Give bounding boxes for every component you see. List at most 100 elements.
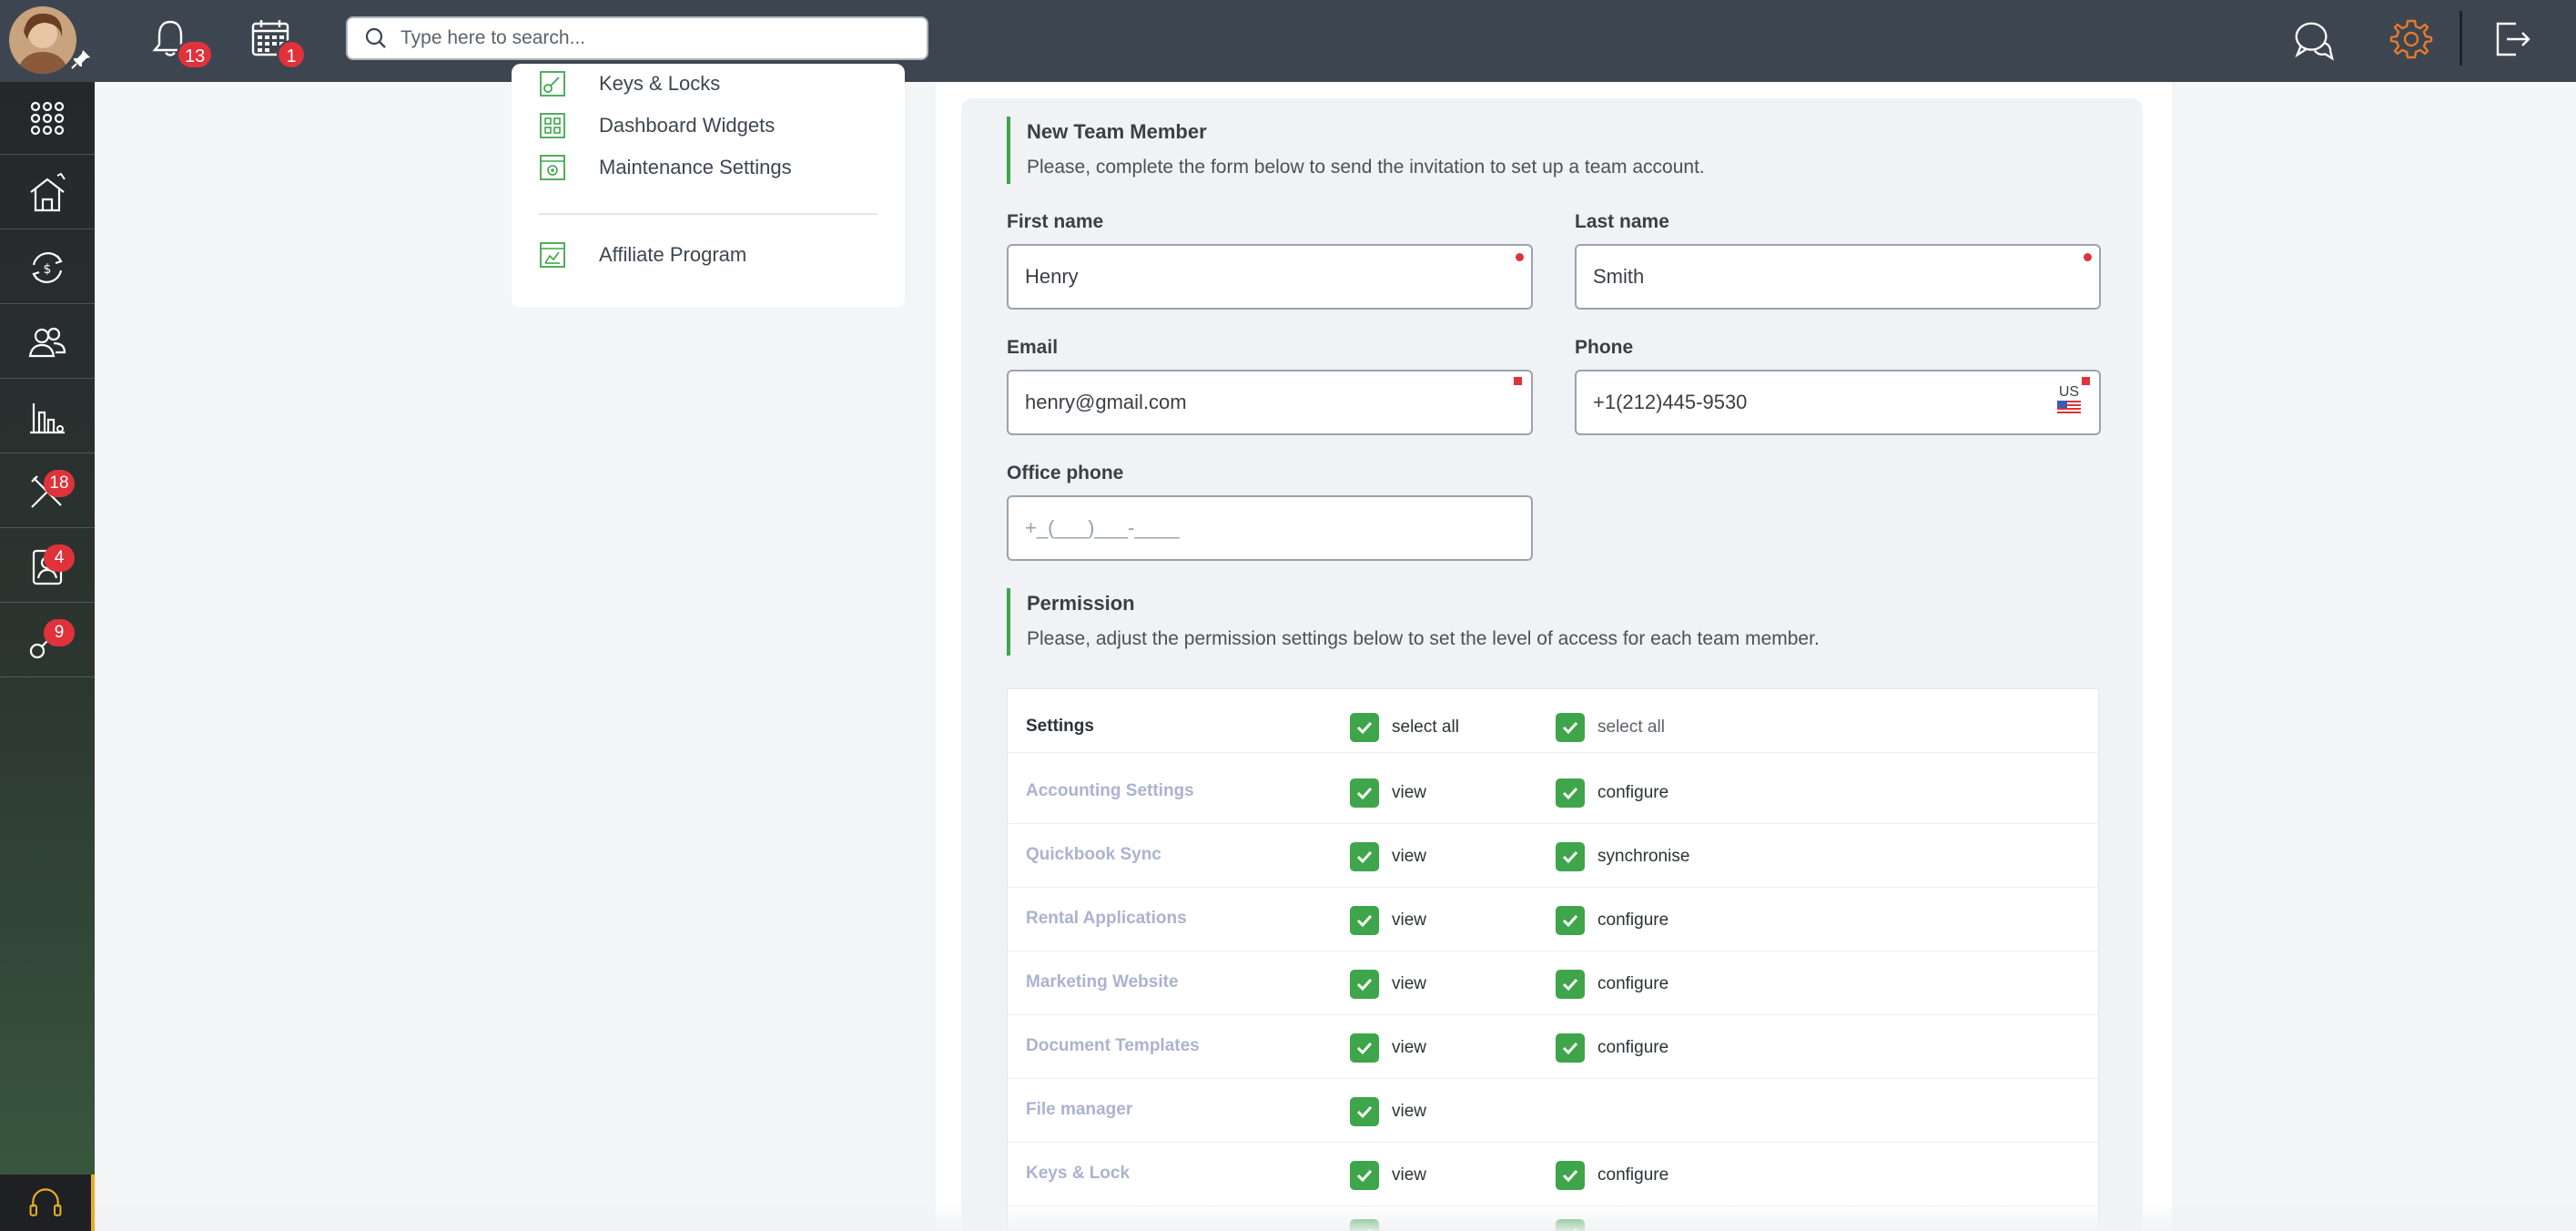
menu-item-dashboard-widgets[interactable]: Dashboard Widgets	[539, 107, 775, 144]
checkbox[interactable]	[1556, 713, 1585, 742]
checkbox[interactable]	[1350, 970, 1379, 999]
configure-checkbox[interactable]: configure	[1556, 778, 1668, 808]
required-indicator	[1516, 253, 1524, 261]
view-checkbox[interactable]: view	[1350, 1161, 1426, 1190]
widgets-icon	[540, 113, 565, 138]
view-checkbox[interactable]: view	[1350, 1097, 1426, 1126]
calendar-badge: 1	[277, 40, 306, 69]
country-selector[interactable]: US	[2055, 384, 2083, 415]
check-icon	[1562, 787, 1578, 800]
menu-item-keys-locks[interactable]: Keys & Locks	[539, 66, 720, 102]
checkbox[interactable]	[1556, 842, 1585, 871]
people-icon	[28, 327, 66, 357]
permission-name: Marketing Website	[1026, 972, 1179, 992]
menu-item-affiliate-program[interactable]: Affiliate Program	[539, 237, 746, 273]
view-checkbox[interactable]: view	[1350, 906, 1426, 935]
checkbox[interactable]	[1556, 1033, 1585, 1063]
key-icon	[540, 71, 565, 97]
user-avatar[interactable]	[9, 6, 76, 74]
check-icon	[1356, 721, 1373, 735]
synchronise-checkbox[interactable]: synchronise	[1556, 842, 1689, 871]
checkbox[interactable]	[1350, 842, 1379, 871]
checkbox-label: select all	[1597, 717, 1665, 737]
apps-grid-icon	[30, 101, 65, 135]
table-row: Rental Applications view configure	[1008, 888, 2098, 951]
search-bar	[346, 16, 928, 60]
search-input[interactable]	[388, 27, 927, 49]
menu-divider	[539, 213, 877, 215]
checkbox[interactable]	[1556, 970, 1585, 999]
check-icon	[1356, 1105, 1373, 1119]
checkbox[interactable]	[1350, 1033, 1379, 1063]
configure-checkbox[interactable]: configure	[1556, 1033, 1668, 1063]
settings-gear-icon[interactable]	[2388, 16, 2434, 62]
chat-icon[interactable]	[2292, 18, 2338, 64]
checkbox-label: view	[1392, 1165, 1427, 1185]
office-phone-label: Office phone	[1007, 463, 1124, 483]
last-name-label: Last name	[1575, 211, 1669, 232]
topbar-divider	[2459, 11, 2462, 66]
table-row: File manager view	[1008, 1079, 2098, 1143]
checkbox[interactable]	[1350, 1161, 1379, 1190]
checkbox[interactable]	[1350, 906, 1379, 935]
required-indicator	[2082, 377, 2090, 385]
support-button[interactable]	[0, 1175, 91, 1231]
menu-item-label: Dashboard Widgets	[599, 114, 776, 137]
contacts-badge: 4	[44, 544, 75, 572]
sidebar-item-people[interactable]	[0, 306, 95, 379]
menu-item-maintenance-settings[interactable]: Maintenance Settings	[539, 149, 792, 186]
top-bar: 13 1	[0, 0, 2576, 82]
permission-header-label: Settings	[1026, 717, 1094, 736]
configure-checkbox[interactable]: configure	[1556, 1161, 1668, 1190]
checkbox[interactable]	[1350, 778, 1379, 808]
select-all-view-checkbox[interactable]: select all	[1350, 713, 1459, 742]
view-checkbox[interactable]: view	[1350, 842, 1426, 871]
checkbox[interactable]	[1556, 906, 1585, 935]
permission-name: Document Templates	[1026, 1036, 1200, 1055]
sidebar-item-maintenance[interactable]: 18	[0, 455, 95, 528]
first-name-input[interactable]	[1009, 246, 1531, 308]
accounting-icon: $	[32, 251, 63, 283]
sidebar-item-properties[interactable]	[0, 157, 95, 229]
email-input[interactable]	[1009, 371, 1531, 433]
sidebar-item-accounting[interactable]: $	[0, 231, 95, 304]
view-checkbox[interactable]: view	[1350, 970, 1426, 999]
us-flag-icon	[2057, 401, 2081, 415]
section-description: Please, adjust the permission settings b…	[1027, 628, 1820, 649]
section-description: Please, complete the form below to send …	[1027, 157, 1705, 178]
sidebar-item-apps[interactable]	[0, 82, 95, 155]
check-icon	[1356, 1169, 1373, 1183]
check-icon	[1356, 914, 1373, 928]
view-checkbox[interactable]: view	[1350, 1033, 1426, 1063]
checkbox[interactable]	[1556, 1161, 1585, 1190]
section-title: New Team Member	[1027, 120, 1207, 143]
checkbox[interactable]	[1350, 1097, 1379, 1126]
menu-item-label: Maintenance Settings	[599, 156, 792, 178]
sidebar-item-keys[interactable]: 9	[0, 605, 95, 677]
checkbox-label: select all	[1392, 717, 1459, 737]
checkbox[interactable]	[1556, 778, 1585, 808]
sidebar-item-reports[interactable]	[0, 381, 95, 453]
first-name-label: First name	[1007, 211, 1104, 232]
pin-icon[interactable]	[69, 47, 93, 71]
table-row: Marketing Website view configure	[1008, 951, 2098, 1015]
sidebar-item-contacts[interactable]: 4	[0, 530, 95, 603]
select-all-configure-checkbox[interactable]: select all	[1556, 713, 1665, 742]
required-indicator	[2084, 253, 2092, 261]
configure-checkbox[interactable]: configure	[1556, 970, 1668, 999]
check-icon	[1356, 1042, 1373, 1055]
table-row: Accounting Settings view configure	[1008, 760, 2098, 824]
permission-name: Accounting Settings	[1026, 781, 1194, 800]
checkbox[interactable]	[1350, 713, 1379, 742]
menu-item-label: Keys & Locks	[599, 72, 721, 95]
office-phone-input[interactable]	[1009, 497, 1531, 559]
checkbox-label: configure	[1597, 974, 1669, 993]
checkbox-label: configure	[1597, 1165, 1669, 1185]
configure-checkbox[interactable]: configure	[1556, 906, 1668, 935]
last-name-input[interactable]	[1577, 246, 2099, 308]
maintenance-badge: 18	[44, 470, 75, 497]
phone-input[interactable]	[1577, 371, 2099, 433]
logout-icon[interactable]	[2489, 16, 2534, 62]
svg-text:$: $	[44, 262, 52, 277]
view-checkbox[interactable]: view	[1350, 778, 1426, 808]
